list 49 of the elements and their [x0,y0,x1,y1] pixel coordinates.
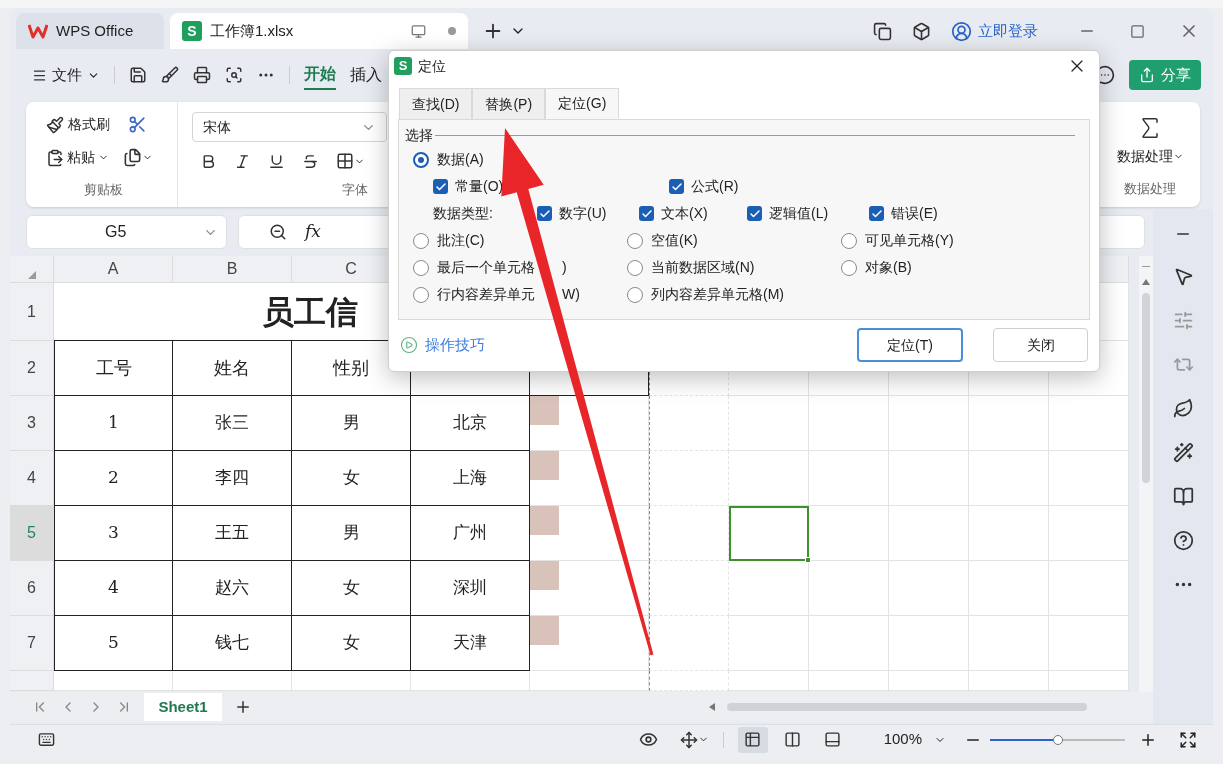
option-label: 对象(B) [865,258,912,277]
table-cell: 3 [54,506,173,561]
table-cell: 男 [292,506,411,561]
column-heading: 工号 [54,341,173,396]
checkbox-label: 逻辑值(L) [769,204,829,223]
tab-label: 工作簿1.xlsx [210,20,294,41]
group-title: 数据处理 [1124,180,1176,198]
table-cell: 女 [292,616,411,671]
table-cell: 深圳 [411,561,530,616]
group-title: 剪贴板 [84,181,124,199]
table-cell: 张三 [173,396,292,451]
option-label: W) [562,285,580,304]
app-logo: S [394,57,412,75]
table-cell: 天津 [411,616,530,671]
option-label: 列内容差异单元格(M) [651,285,784,304]
checkbox-label: 数字(U) [559,204,607,223]
option-label: 可见单元格(Y) [865,231,954,250]
option-label: 批注(C) [437,231,485,250]
group-label: 选择 [405,126,433,145]
tab-label: WPS Office [56,20,134,41]
table-cell: 赵六 [173,561,292,616]
table-cell: 女 [292,561,411,616]
table-cell: 1 [54,396,173,451]
table-cell: 2 [54,451,173,506]
table-cell: 李四 [173,451,292,506]
table-cell: 广州 [411,506,530,561]
dialog-title: 定位 [418,56,446,76]
option-label: 当前数据区域(N) [651,258,755,277]
table-cell: 钱七 [173,616,292,671]
option-label: 数据(A) [437,150,484,169]
column-heading: 姓名 [173,341,292,396]
table-cell: 女 [292,451,411,506]
checkbox-label: 错误(E) [891,204,938,223]
table-cell: 男 [292,396,411,451]
table-cell: 上海 [411,451,530,506]
type-label: 数据类型: [433,204,494,223]
option-label: 空值(K) [651,231,698,250]
checkbox-label: 文本(X) [661,204,708,223]
option-label: 行内容差异单元 [437,285,535,304]
group-title: 字体 [342,181,369,199]
checkbox-label: 公式(R) [691,177,739,196]
app-logo: S [182,21,202,41]
option-label: ) [562,258,567,277]
table-cell: 王五 [173,506,292,561]
option-label: 最后一个单元格 [437,258,535,277]
table-cell: 4 [54,561,173,616]
table-cell: 北京 [411,396,530,451]
checkbox-label: 常量(O) [455,177,504,196]
table-cell: 5 [54,616,173,671]
